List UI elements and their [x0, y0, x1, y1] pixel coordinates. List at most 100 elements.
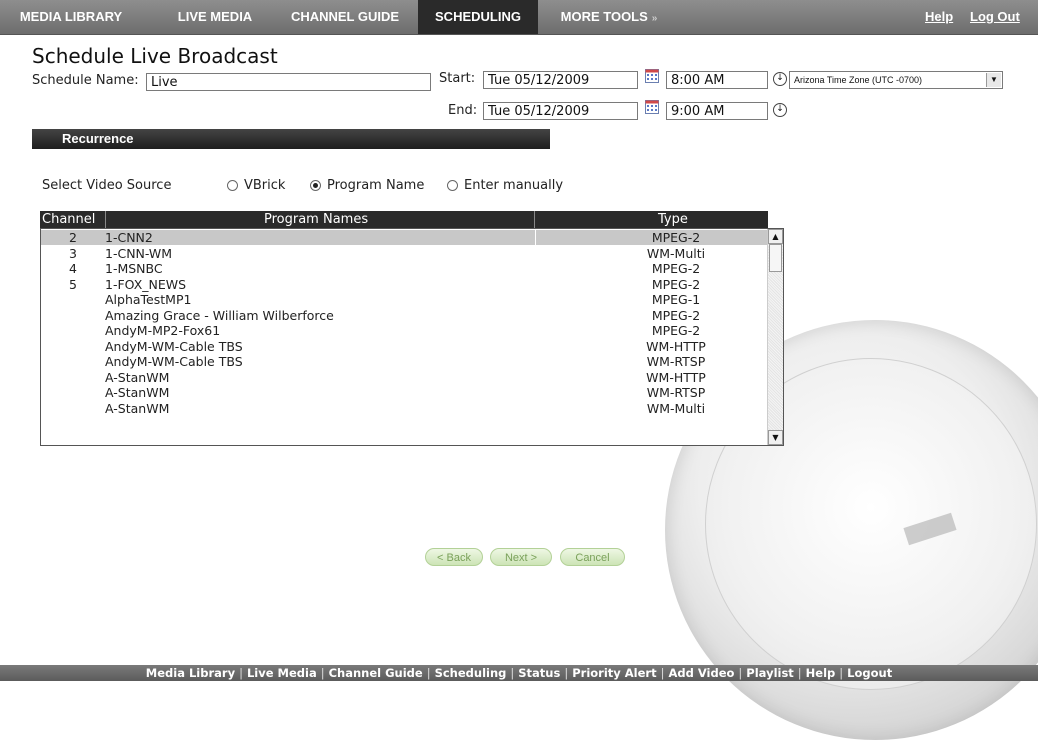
row-type: WM-Multi [646, 245, 706, 261]
radio-enter-manually-label: Enter manually [464, 178, 564, 193]
table-row[interactable]: 4 1-MSNBC MPEG-2 [41, 261, 769, 276]
table-row[interactable]: 5 1-FOX_NEWS MPEG-2 [41, 277, 769, 292]
footer-link-live-media[interactable]: Live Media [247, 666, 317, 680]
radio-enter-manually[interactable]: Enter manually [447, 178, 563, 193]
row-program-name: A-StanWM [105, 400, 170, 416]
row-type: MPEG-2 [651, 276, 701, 292]
tab-media-library[interactable]: MEDIA LIBRARY [8, 0, 134, 34]
footer-link-playlist[interactable]: Playlist [746, 666, 794, 680]
footer-separator: | [426, 666, 431, 680]
row-type: WM-RTSP [646, 385, 706, 400]
footer-link-channel-guide[interactable]: Channel Guide [329, 666, 423, 680]
page-title: Schedule Live Broadcast [32, 44, 278, 68]
row-program-name: A-StanWM [105, 369, 170, 385]
start-time-down-icon[interactable]: ↓ [773, 72, 787, 86]
row-type: WM-Multi [646, 400, 706, 416]
scroll-down-icon[interactable]: ▼ [768, 430, 783, 445]
radio-vbrick-label: VBrick [244, 178, 286, 193]
timezone-select[interactable]: Arizona Time Zone (UTC -0700) ▼ [789, 71, 1003, 89]
table-row[interactable]: 2 1-CNN2 MPEG-2 [41, 230, 769, 245]
footer-link-logout[interactable]: Logout [847, 666, 892, 680]
table-row[interactable]: A-StanWM WM-RTSP [41, 385, 769, 400]
back-button[interactable]: < Back [425, 548, 483, 566]
row-type: MPEG-2 [651, 261, 701, 276]
row-program-name: 1-CNN-WM [105, 245, 173, 261]
start-date-input[interactable] [483, 71, 638, 89]
table-row[interactable]: A-StanWM WM-HTTP [41, 370, 769, 385]
footer-separator: | [564, 666, 569, 680]
footer-separator: | [239, 666, 243, 680]
footer-link-help[interactable]: Help [806, 666, 836, 680]
row-channel: 5 [69, 276, 77, 292]
logout-link[interactable]: Log Out [970, 0, 1020, 34]
table-row[interactable]: A-StanWM WM-Multi [41, 401, 769, 416]
start-time-input[interactable] [666, 71, 768, 89]
row-channel: 4 [69, 261, 77, 276]
row-type: MPEG-2 [651, 307, 701, 323]
header-divider [105, 211, 106, 228]
tab-live-media[interactable]: LIVE MEDIA [160, 0, 270, 34]
table-row[interactable]: AlphaTestMP1 MPEG-1 [41, 292, 769, 307]
program-table-header: Channel Program Names Type [40, 211, 768, 228]
row-program-name: 1-CNN2 [105, 230, 153, 245]
end-time-down-icon[interactable]: ↓ [773, 103, 787, 117]
radio-program-name-label: Program Name [327, 178, 425, 193]
footer-link-media-library[interactable]: Media Library [146, 666, 235, 680]
list-scrollbar[interactable]: ▲ ▼ [767, 229, 783, 445]
radio-circle[interactable] [227, 180, 238, 191]
chevron-down-icon: » [651, 13, 658, 24]
timezone-value: Arizona Time Zone (UTC -0700) [794, 75, 923, 85]
recurrence-header[interactable]: Recurrence [32, 129, 550, 149]
radio-circle-selected[interactable] [310, 180, 321, 191]
row-channel: 3 [69, 245, 77, 261]
footer-separator: | [660, 666, 665, 680]
footer-link-scheduling[interactable]: Scheduling [435, 666, 507, 680]
calendar-icon[interactable] [645, 100, 659, 114]
table-row[interactable]: Amazing Grace - William Wilberforce MPEG-… [41, 308, 769, 323]
tab-channel-guide[interactable]: CHANNEL GUIDE [280, 0, 410, 34]
cancel-button[interactable]: Cancel [560, 548, 625, 566]
tab-scheduling[interactable]: SCHEDULING [418, 0, 538, 34]
radio-vbrick[interactable]: VBrick [227, 178, 285, 193]
row-program-name: Amazing Grace - William Wilberforce [105, 307, 334, 323]
video-source-label: Select Video Source [42, 178, 172, 193]
header-type: Type [658, 212, 688, 227]
radio-program-name[interactable]: Program Name [310, 178, 424, 193]
footer-link-add-video[interactable]: Add Video [668, 666, 734, 680]
header-divider [534, 211, 535, 228]
top-nav: MEDIA LIBRARY LIVE MEDIA CHANNEL GUIDE S… [0, 0, 1038, 35]
row-type: MPEG-1 [651, 292, 701, 307]
schedule-name-label: Schedule Name: [32, 73, 139, 88]
schedule-name-input[interactable] [146, 73, 431, 91]
end-label: End: [448, 103, 478, 118]
table-row[interactable]: AndyM-WM-Cable TBS WM-RTSP [41, 354, 769, 369]
scroll-thumb[interactable] [769, 244, 782, 272]
scroll-up-icon[interactable]: ▲ [768, 229, 783, 244]
row-program-name: AlphaTestMP1 [105, 292, 192, 307]
row-program-name: AndyM-WM-Cable TBS [105, 338, 243, 354]
table-row[interactable]: AndyM-WM-Cable TBS WM-HTTP [41, 339, 769, 354]
footer-separator: | [839, 666, 844, 680]
table-row[interactable]: 3 1-CNN-WM WM-Multi [41, 246, 769, 261]
end-time-input[interactable] [666, 102, 768, 120]
footer-separator: | [320, 666, 325, 680]
chevron-down-icon[interactable]: ▼ [986, 73, 1001, 87]
row-divider [535, 230, 536, 245]
program-list[interactable]: A-StanWM WM-Multi A-StanWM WM-RTSP A-StanWM W… [40, 228, 784, 446]
footer-nav: Media Library | Live Media | Channel Guide | S… [0, 665, 1038, 681]
end-date-input[interactable] [483, 102, 638, 120]
row-type: MPEG-2 [651, 323, 701, 338]
radio-circle[interactable] [447, 180, 458, 191]
next-button[interactable]: Next > [490, 548, 552, 566]
footer-separator: | [510, 666, 515, 680]
footer-link-status[interactable]: Status [518, 666, 560, 680]
tab-more-tools[interactable]: MORE TOOLS» [548, 0, 670, 34]
footer-link-priority-alert[interactable]: Priority Alert [572, 666, 656, 680]
row-program-name: A-StanWM [105, 385, 170, 400]
table-row[interactable]: AndyM-MP2-Fox61 MPEG-2 [41, 323, 769, 338]
help-link[interactable]: Help [925, 0, 953, 34]
row-type: WM-HTTP [646, 369, 706, 385]
row-type: WM-HTTP [646, 338, 706, 354]
row-type: WM-RTSP [646, 354, 706, 369]
calendar-icon[interactable] [645, 69, 659, 83]
